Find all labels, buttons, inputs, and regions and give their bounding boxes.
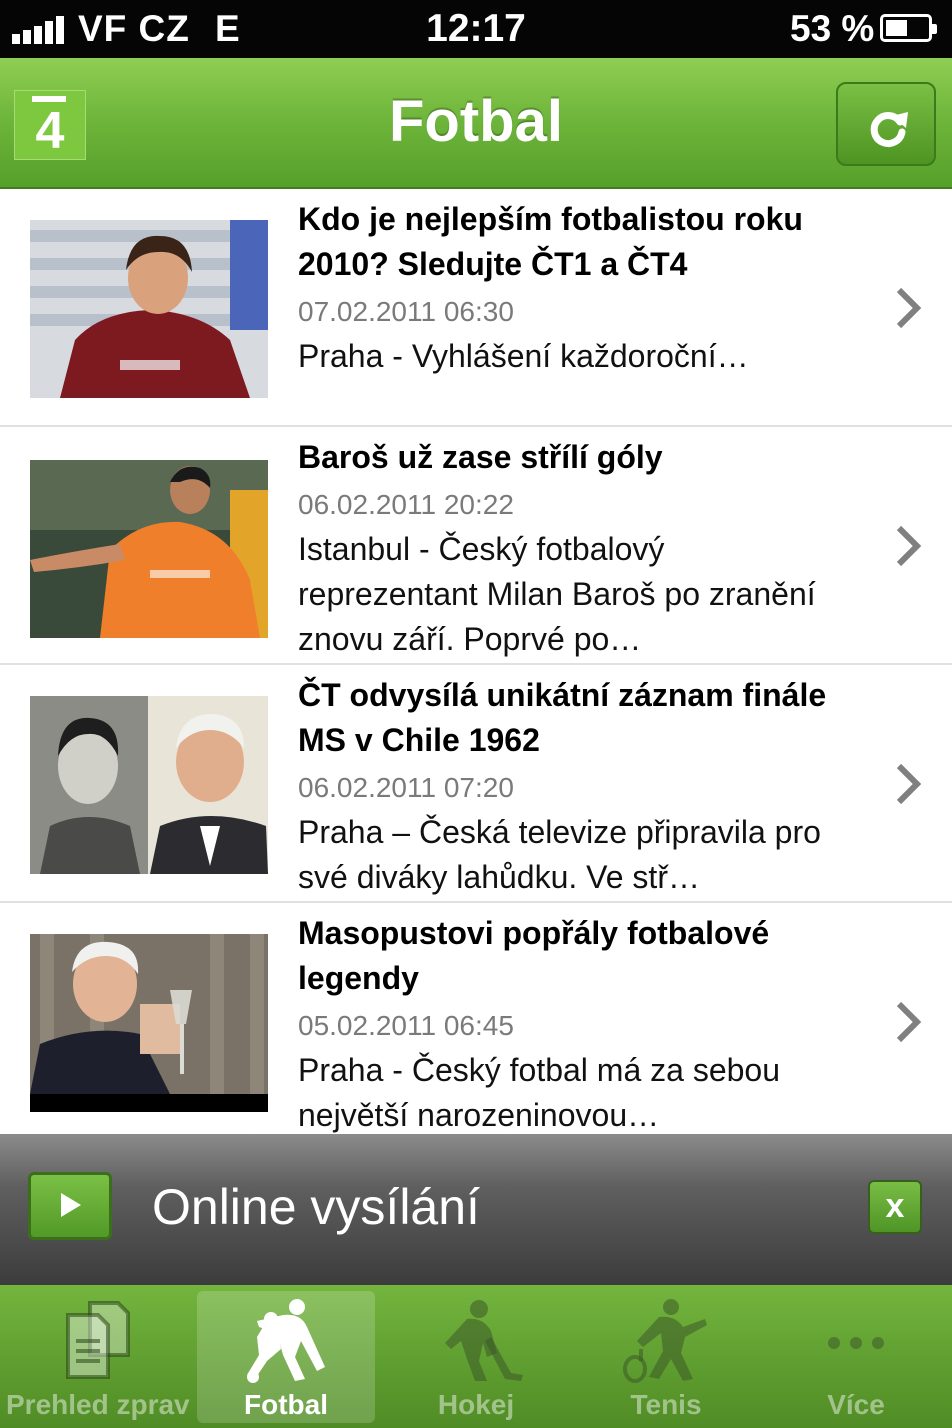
- tab-label: Tenis: [630, 1389, 702, 1420]
- battery-level: [886, 20, 907, 36]
- chevron-right-icon: [896, 287, 922, 329]
- tab-bar: Prehled zprav Fotbal Hokej Tenis Více: [0, 1285, 952, 1428]
- article-row[interactable]: Kdo je nejlepším fotbalistou roku 2010? …: [0, 189, 952, 427]
- tab-hokej[interactable]: Hokej: [387, 1291, 565, 1423]
- tab-label: Hokej: [437, 1389, 515, 1420]
- article-title: Kdo je nejlepším fotbalistou roku 2010? …: [298, 201, 803, 282]
- article-date: 05.02.2011 06:45: [298, 1010, 514, 1041]
- refresh-icon: [870, 112, 908, 148]
- article-summary: Praha - Vyhlášení každoroční…: [298, 338, 749, 374]
- tab-fotbal[interactable]: Fotbal: [197, 1291, 375, 1423]
- page-title: Fotbal: [389, 89, 563, 154]
- article-title: Masopustovi popřály fotbalové legendy: [298, 915, 770, 996]
- article-summary: Praha – Česká televize připravila pro sv…: [298, 814, 821, 895]
- tab-vice[interactable]: Více: [767, 1291, 945, 1423]
- battery-percent: 53 %: [790, 8, 875, 49]
- football-players-icon: [247, 1299, 325, 1383]
- article-thumbnail: [30, 934, 268, 1112]
- article-date: 06.02.2011 07:20: [298, 772, 514, 803]
- article-row[interactable]: Baroš už zase střílí góly 06.02.2011 20:…: [0, 427, 952, 665]
- tab-label: Více: [827, 1389, 885, 1420]
- tab-label: Prehled zprav: [6, 1389, 190, 1420]
- online-broadcast-label: Online vysílání: [152, 1179, 480, 1235]
- chevron-right-icon: [896, 525, 922, 567]
- more-dots-icon: [828, 1337, 884, 1349]
- tab-prehled-zprav[interactable]: Prehled zprav: [6, 1291, 190, 1423]
- article-summary: Praha - Český fotbal má za sebou největš…: [298, 1052, 781, 1133]
- online-broadcast-bar[interactable]: Online vysílání x: [0, 1134, 952, 1285]
- tab-label: Fotbal: [244, 1389, 328, 1420]
- play-icon: [61, 1193, 81, 1217]
- article-thumbnail: [30, 460, 268, 638]
- refresh-button[interactable]: [836, 82, 936, 166]
- tennis-player-icon: [623, 1299, 707, 1383]
- tab-tenis[interactable]: Tenis: [577, 1291, 755, 1423]
- article-thumbnail: [30, 696, 268, 874]
- chevron-right-icon: [896, 1001, 922, 1043]
- documents-icon: [66, 1301, 130, 1379]
- chevron-right-icon: [896, 763, 922, 805]
- navigation-bar: 4 Fotbal: [0, 58, 952, 189]
- article-list: Kdo je nejlepším fotbalistou roku 2010? …: [0, 189, 952, 1134]
- battery-icon: [880, 14, 937, 42]
- article-date: 07.02.2011 06:30: [298, 296, 514, 327]
- status-bar: VF CZ E 12:17 53 %: [0, 0, 952, 58]
- play-button[interactable]: [28, 1172, 112, 1240]
- article-date: 06.02.2011 20:22: [298, 489, 514, 520]
- article-thumbnail: [30, 220, 268, 398]
- article-title: ČT odvysílá unikátní záznam finále MS v …: [298, 677, 827, 758]
- hockey-player-icon: [445, 1300, 523, 1381]
- close-button[interactable]: x: [868, 1180, 922, 1234]
- article-row[interactable]: ČT odvysílá unikátní záznam finále MS v …: [0, 665, 952, 903]
- article-summary: Istanbul - Český fotbalový reprezentant …: [298, 531, 816, 657]
- article-row[interactable]: Masopustovi popřály fotbalové legendy 05…: [0, 903, 952, 1134]
- article-title: Baroš už zase střílí góly: [298, 439, 663, 475]
